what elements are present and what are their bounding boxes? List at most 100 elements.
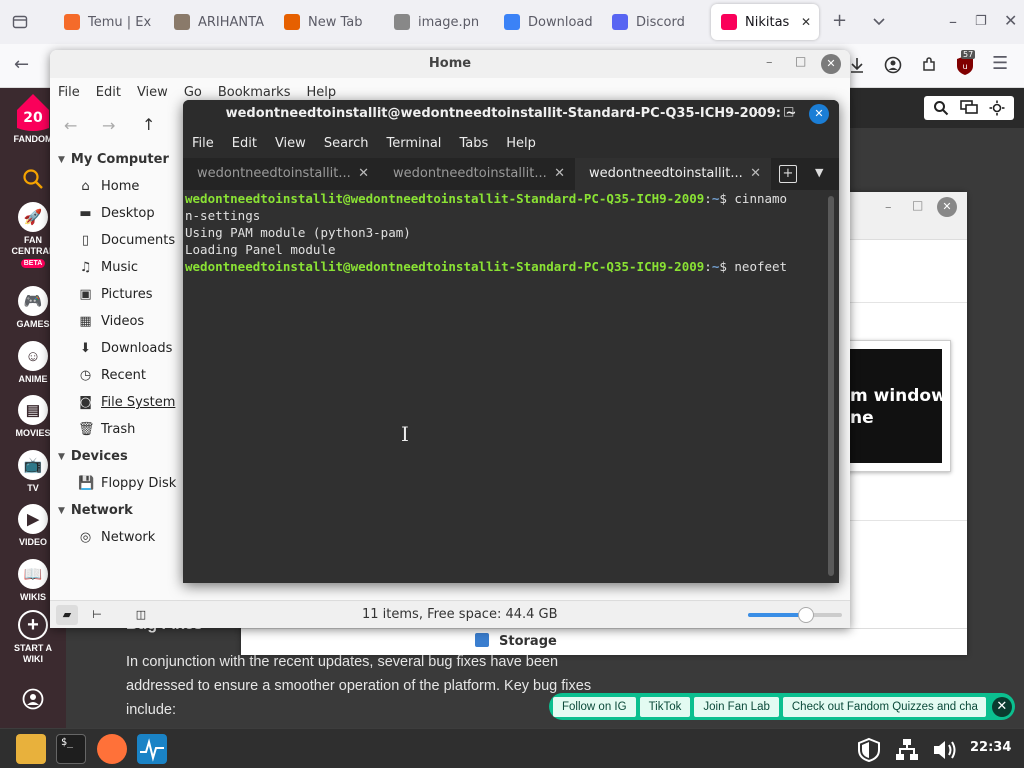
zoom-slider[interactable] [748,607,842,623]
menu-help[interactable]: Help [506,136,536,151]
firefox-view-icon[interactable] [12,14,28,30]
sidebar-item-floppy[interactable]: 💾 Floppy Disk [78,476,176,491]
maximize-icon[interactable]: □ [795,54,806,68]
menu-tabs[interactable]: Tabs [459,136,488,151]
user-avatar[interactable] [0,688,66,710]
menu-go[interactable]: Go [184,85,202,100]
back-arrow-icon[interactable]: ← [14,56,29,74]
sidebar-toggle-icon[interactable]: ◫ [130,605,152,625]
menu-terminal[interactable]: Terminal [386,136,441,151]
trash-icon: 🗑 [78,422,95,437]
clock[interactable]: 22:34 [970,740,1011,755]
volume-icon[interactable] [931,737,959,763]
section-network[interactable]: ▼ Network [58,503,133,518]
list-all-tabs-icon[interactable] [872,14,886,28]
minimize-icon[interactable]: – [949,14,957,30]
account-icon[interactable] [884,56,902,74]
follow-ig-link[interactable]: Follow on IG [553,696,636,717]
browser-tab[interactable]: Discord [602,4,702,40]
banner-text: m windows ne [850,349,942,463]
close-icon[interactable]: ✕ [1004,13,1017,29]
sidebar-item-pictures[interactable]: ▣ Pictures [78,287,152,302]
menu-search[interactable]: Search [324,136,369,151]
new-tab-icon[interactable]: + [779,165,797,183]
browser-tab[interactable]: Temu | Ex [54,4,154,40]
sidebar-item-downloads[interactable]: ⬇ Downloads [78,341,172,356]
storage-row[interactable]: Storage [241,628,967,655]
browser-tab[interactable]: ARIHANTA [164,4,264,40]
menu-file[interactable]: File [192,136,214,151]
minimize-icon[interactable]: – [885,200,892,215]
close-tab-icon[interactable]: ✕ [801,15,811,29]
discussions-icon[interactable] [960,100,978,116]
minimize-icon[interactable]: – [755,105,762,120]
menu-bookmarks[interactable]: Bookmarks [218,85,291,100]
sidebar-item-home[interactable]: ⌂ Home [78,179,139,194]
network-status-icon[interactable] [894,737,920,763]
downloads-icon[interactable] [848,56,866,74]
menu-icon[interactable]: ☰ [992,55,1008,73]
close-icon[interactable]: ✕ [821,54,841,74]
browser-tab-active[interactable]: Nikitas ✕ [711,4,819,40]
search-icon[interactable] [933,100,949,116]
prompt-path: ~ [711,259,720,274]
terminal-tab[interactable]: wedontneedtoinstallit... ✕ [183,158,379,190]
menu-edit[interactable]: Edit [232,136,257,151]
close-tab-icon[interactable]: ✕ [554,158,565,190]
close-icon[interactable]: ✕ [809,104,829,124]
up-arrow-icon[interactable]: ↑ [142,115,155,134]
minimize-icon[interactable]: – [766,55,773,70]
section-my-computer[interactable]: ▼ My Computer [58,152,169,167]
tiktok-link[interactable]: TikTok [639,696,691,717]
zoom-slider-handle[interactable] [798,607,815,623]
places-toggle-icon[interactable]: ▰ [56,605,78,625]
browser-tab[interactable]: New Tab [274,4,374,40]
sidebar-item-desktop[interactable]: ▬ Desktop [78,206,154,221]
tree-toggle-icon[interactable]: ⊢ [86,605,108,625]
wallpaper-preview[interactable]: m windows ne [841,340,951,472]
close-icon[interactable]: ✕ [937,197,957,217]
forward-arrow-icon[interactable]: → [102,116,115,135]
back-arrow-icon[interactable]: ← [64,116,77,135]
scrollbar[interactable] [828,196,834,576]
sidebar-item-file-system[interactable]: ◙ File System [78,395,175,410]
menu-view[interactable]: View [137,85,168,100]
menu-edit[interactable]: Edit [96,85,121,100]
wikis-icon: 📖 [18,559,48,589]
tab-favicon-icon [721,14,737,30]
taskbar: $_ 22:34 [0,728,1024,768]
ublock-icon[interactable]: u 57 [955,50,976,76]
firefox-app-icon[interactable] [97,734,127,764]
close-tab-icon[interactable]: ✕ [750,158,761,190]
browser-tab[interactable]: image.pn [384,4,484,40]
menu-help[interactable]: Help [306,85,336,100]
terminal-tab[interactable]: wedontneedtoinstallit... ✕ [379,158,575,190]
files-app-icon[interactable] [16,734,46,764]
menu-file[interactable]: File [58,85,80,100]
section-devices[interactable]: ▼ Devices [58,449,128,464]
maximize-icon[interactable]: □ [783,104,794,118]
new-tab-icon[interactable]: + [832,12,847,30]
sidebar-item-music[interactable]: ♫ Music [78,260,138,275]
sidebar-item-network[interactable]: ◎ Network [78,530,155,545]
quizzes-link[interactable]: Check out Fandom Quizzes and cha [782,696,986,717]
fan-lab-link[interactable]: Join Fan Lab [694,696,779,717]
close-tab-icon[interactable]: ✕ [358,158,369,190]
maximize-icon[interactable]: □ [912,198,923,212]
close-icon[interactable]: ✕ [991,696,1012,717]
shield-icon[interactable] [856,737,882,763]
terminal-app-icon[interactable]: $_ [56,734,86,764]
theme-toggle-icon[interactable] [989,100,1005,116]
terminal-tab-active[interactable]: wedontneedtoinstallit... ✕ [575,158,771,190]
extensions-icon[interactable] [920,56,938,74]
terminal-output[interactable]: wedontneedtoinstallit@wedontneedtoinstal… [185,190,825,583]
sidebar-item-videos[interactable]: ▦ Videos [78,314,144,329]
sidebar-item-recent[interactable]: ◷ Recent [78,368,146,383]
tab-menu-chevron-icon[interactable]: ▼ [815,166,823,179]
system-monitor-icon[interactable] [137,734,167,764]
menu-view[interactable]: View [275,136,306,151]
maximize-icon[interactable]: ❐ [975,14,987,30]
sidebar-item-documents[interactable]: ▯ Documents [78,233,175,248]
sidebar-item-trash[interactable]: 🗑 Trash [78,422,135,437]
browser-tab[interactable]: Download [494,4,594,40]
